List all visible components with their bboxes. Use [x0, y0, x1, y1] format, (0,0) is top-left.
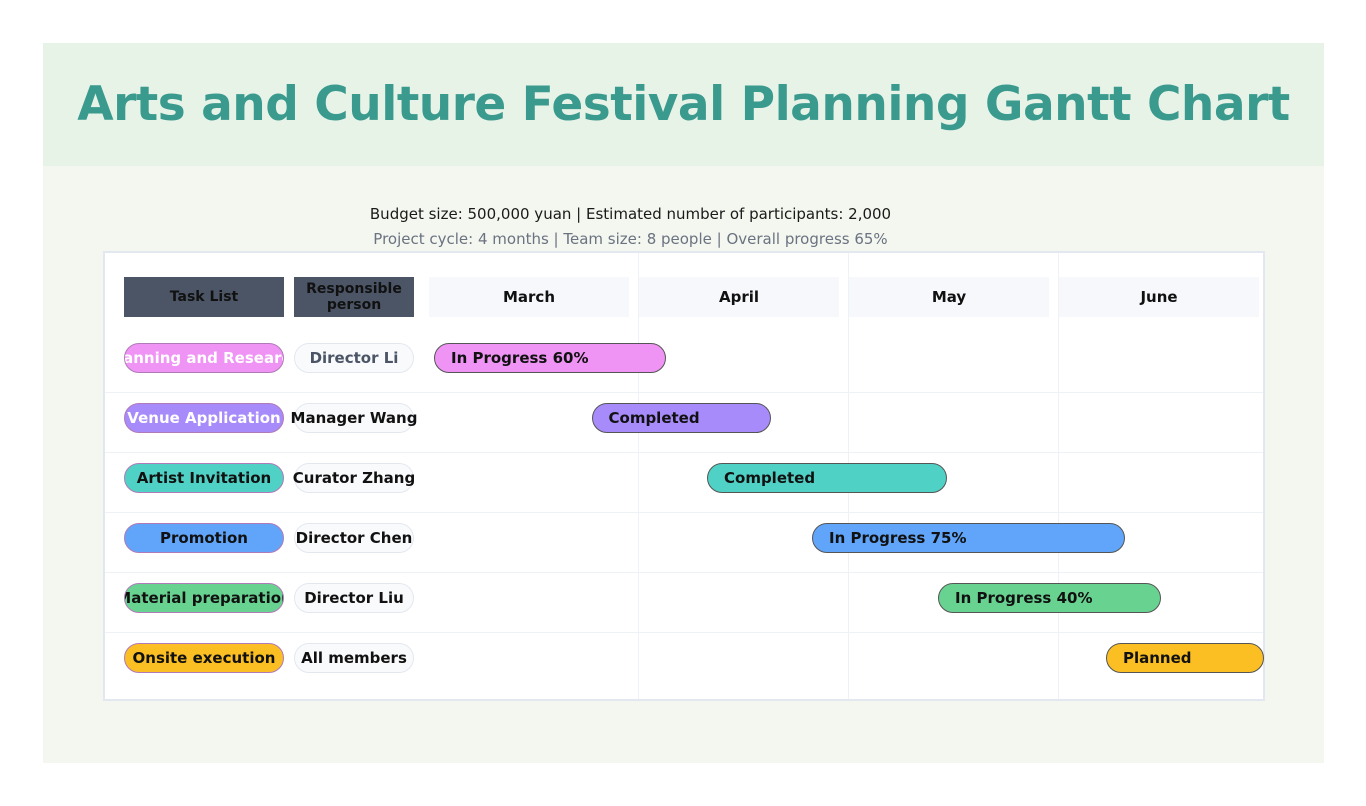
chart-title: Arts and Culture Festival Planning Gantt… [77, 77, 1290, 132]
month-header-march: March [429, 277, 629, 317]
task-label[interactable]: Artist Invitation [124, 463, 284, 493]
task-label[interactable]: Promotion [124, 523, 284, 553]
gantt-bar[interactable]: Planned [1106, 643, 1264, 673]
title-banner: Arts and Culture Festival Planning Gantt… [43, 43, 1324, 166]
responsible-person-label: Manager Wang [291, 403, 417, 433]
gantt-bar-status: In Progress 75% [829, 529, 967, 547]
month-header-june: June [1059, 277, 1259, 317]
responsible-person-label: Director Chen [294, 523, 414, 553]
gantt-bar-status: Completed [608, 409, 700, 427]
task-label[interactable]: Material preparation [124, 583, 284, 613]
budget-subtitle: Budget size: 500,000 yuan | Estimated nu… [369, 205, 892, 223]
gantt-bar[interactable]: Completed [707, 463, 947, 493]
responsible-person-label: Director Li [294, 343, 414, 373]
gantt-bar[interactable]: In Progress 75% [812, 523, 1126, 553]
row-separator [105, 392, 1263, 393]
row-separator [105, 632, 1263, 633]
gantt-bar[interactable]: In Progress 40% [938, 583, 1162, 613]
chart-panel: Arts and Culture Festival Planning Gantt… [43, 43, 1324, 763]
month-header-april: April [639, 277, 839, 317]
task-label[interactable]: Planning and Research [124, 343, 284, 373]
task-list-header: Task List [124, 277, 284, 317]
task-label[interactable]: Onsite execution [124, 643, 284, 673]
responsible-person-label: Director Liu [294, 583, 414, 613]
gantt-bar[interactable]: Completed [591, 403, 771, 433]
row-separator [105, 572, 1263, 573]
gantt-bar-status: Planned [1123, 649, 1192, 667]
task-label[interactable]: Venue Application [124, 403, 284, 433]
project-subtitle: Project cycle: 4 months | Team size: 8 p… [373, 230, 888, 248]
responsible-person-header: Responsible person [294, 277, 414, 317]
gantt-bar-status: In Progress 40% [955, 589, 1093, 607]
gantt-board: Task List Responsible person March April M… [103, 251, 1265, 701]
gantt-bar[interactable]: In Progress 60% [434, 343, 666, 373]
month-header-may: May [849, 277, 1049, 317]
responsible-person-label: Curator Zhang [293, 463, 415, 493]
gantt-bar-status: In Progress 60% [451, 349, 589, 367]
gantt-bar-status: Completed [724, 469, 816, 487]
row-separator [105, 452, 1263, 453]
responsible-person-label: All members [294, 643, 414, 673]
row-separator [105, 512, 1263, 513]
